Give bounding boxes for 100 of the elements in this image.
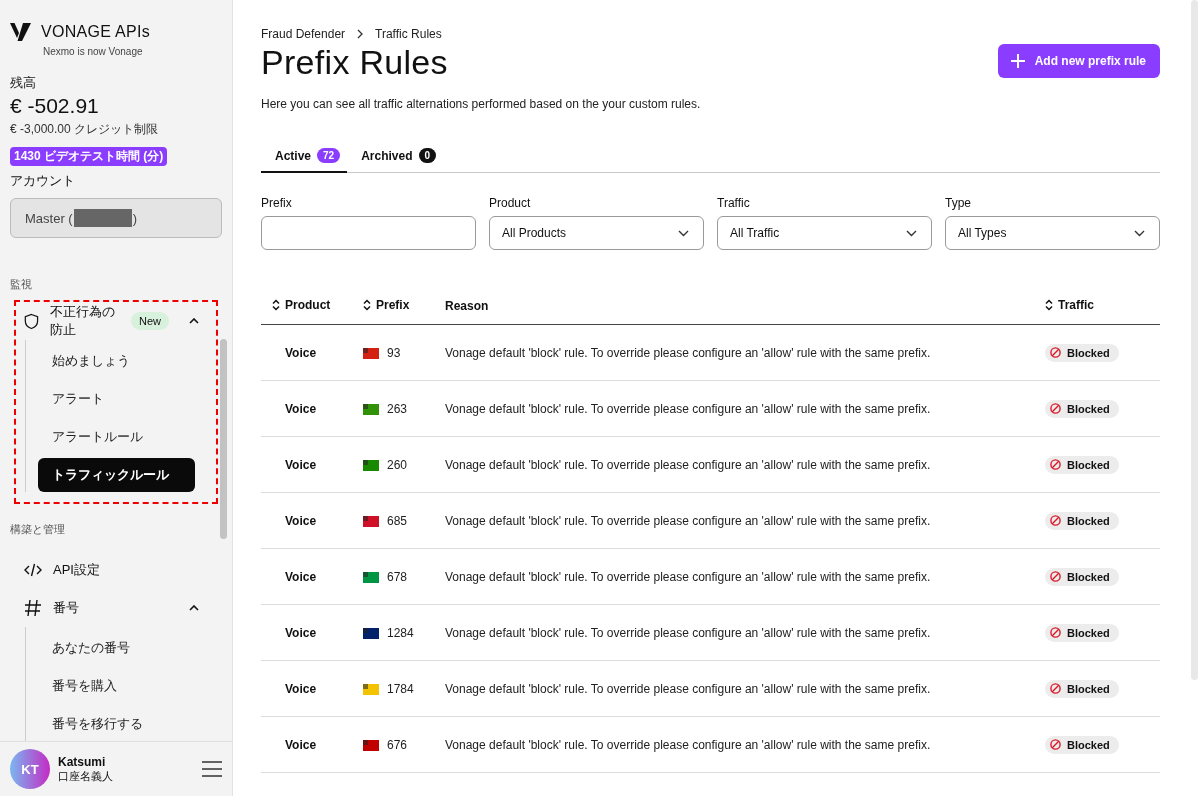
nav-subitem[interactable]: 始めましょう [38,344,195,378]
nav-subitem[interactable]: アラート [38,382,195,416]
flag-icon [363,459,379,471]
section-heading: 監視 [10,277,33,292]
table-cell: 260 [387,458,408,473]
nav-subitem[interactable]: トラフィックルール [38,458,195,492]
nav-subitem[interactable]: 番号を購入 [38,669,195,703]
sort-icon[interactable] [272,299,280,311]
shield-icon [24,311,39,331]
flag-icon [363,683,379,695]
account-label: アカウント [10,172,76,190]
table-cell: Voice [285,457,317,472]
table-cell: 678 [387,570,408,585]
field-label: Product [489,196,532,210]
table-cell: Vonage default 'block' rule. To override please configure an 'allow' rule with the same prefix. [445,401,931,416]
table-cell: 676 [387,738,408,753]
add-rule-button[interactable]: Add new prefix rule [997,44,1160,78]
status-badge: Blocked [1045,735,1119,754]
nav-subitem[interactable]: アラートルール [38,420,195,454]
blocked-icon [1050,683,1061,694]
count-badge: 72 [317,148,341,163]
status-badge: Blocked [1045,343,1119,362]
table-cell: Vonage default 'block' rule. To override please configure an 'allow' rule with the same prefix. [445,345,931,360]
table-cell: Voice [285,625,317,640]
logo-icon [10,22,32,42]
table-cell: Voice [285,345,317,360]
account-selector[interactable]: Master ( ) [10,198,222,238]
table-cell: Vonage default 'block' rule. To override please configure an 'allow' rule with the same prefix. [445,457,931,472]
chevron-up-icon[interactable] [189,318,199,324]
table-cell: Vonage default 'block' rule. To override please configure an 'allow' rule with the same prefix. [445,513,931,528]
tab[interactable]: Active 72 [261,148,348,173]
column-header: Reason [445,299,489,313]
table-cell: 1784 [387,682,414,697]
dropdown[interactable]: All Products [489,216,704,250]
table-cell: 93 [387,346,401,361]
dropdown[interactable]: All Traffic [717,216,932,250]
status-badge: Blocked [1045,511,1119,530]
field-label: Type [945,196,972,210]
blocked-icon [1050,347,1061,358]
blocked-icon [1050,459,1061,470]
blocked-icon [1050,571,1061,582]
table-cell: Voice [285,569,317,584]
chevron-up-icon[interactable] [189,605,199,611]
table-cell: Vonage default 'block' rule. To override please configure an 'allow' rule with the same prefix. [445,569,931,584]
breadcrumb-link[interactable]: Traffic Rules [375,27,442,41]
hash-icon [24,599,42,617]
field-label: Traffic [717,196,751,210]
flag-icon [363,515,379,527]
chevron-right-icon [357,29,364,39]
table-cell: Voice [285,681,317,696]
input-field[interactable] [261,216,476,250]
status-badge: Blocked [1045,623,1119,642]
new-badge: New [131,312,169,330]
redaction-block [73,209,132,227]
status-badge: Blocked [1045,567,1119,586]
promo-badge: 1430 ビデオテスト時間 (分) [10,147,168,166]
sort-icon[interactable] [1045,299,1053,311]
flag-icon [363,627,379,639]
balance-amount: € -502.91 [10,94,100,118]
nav-item[interactable]: 不正行為の防止 New [16,302,216,340]
nav-subitem[interactable]: 番号を移行する [38,707,195,741]
page-title: Prefix Rules [261,43,448,82]
table-cell: Voice [285,401,317,416]
blocked-icon [1050,515,1061,526]
flag-icon [363,571,379,583]
table-cell: Vonage default 'block' rule. To override please configure an 'allow' rule with the same prefix. [445,625,931,640]
tab[interactable]: Archived 0 [347,148,444,173]
column-header[interactable]: Traffic [1045,298,1094,312]
credit-limit: € -3,000.00 クレジット制限 [10,121,160,138]
nav-subitem[interactable]: あなたの番号 [38,631,195,665]
plus-icon[interactable] [1009,53,1026,69]
nav-item[interactable]: 番号 [16,589,216,627]
column-header[interactable]: Prefix [363,298,410,312]
balance-label: 残高 [10,74,37,92]
chevron-down-icon[interactable] [1134,229,1145,237]
column-header[interactable]: Product [272,298,331,312]
scrollbar-thumb[interactable] [220,339,227,539]
table-cell: Vonage default 'block' rule. To override please configure an 'allow' rule with the same prefix. [445,681,931,696]
nav-item[interactable]: API設定 [16,551,216,589]
flag-icon [363,739,379,751]
code-icon [24,563,42,577]
status-badge: Blocked [1045,679,1119,698]
table-cell: Vonage default 'block' rule. To override please configure an 'allow' rule with the same prefix. [445,737,931,752]
blocked-icon [1050,403,1061,414]
count-badge: 0 [418,148,437,163]
table-cell: Voice [285,737,317,752]
user-role: 口座名義人 [58,768,113,784]
field-label: Prefix [261,196,293,210]
chevron-down-icon[interactable] [678,229,689,237]
menu-icon[interactable] [202,760,222,778]
table-cell: 1284 [387,626,414,641]
chevron-down-icon[interactable] [906,229,917,237]
blocked-icon [1050,627,1061,638]
user-name: Katsumi [58,754,107,769]
status-badge: Blocked [1045,455,1119,474]
table-cell: 685 [387,514,408,529]
status-badge: Blocked [1045,399,1119,418]
sort-icon[interactable] [363,299,371,311]
dropdown[interactable]: All Types [945,216,1160,250]
breadcrumb-link[interactable]: Fraud Defender [261,27,346,41]
